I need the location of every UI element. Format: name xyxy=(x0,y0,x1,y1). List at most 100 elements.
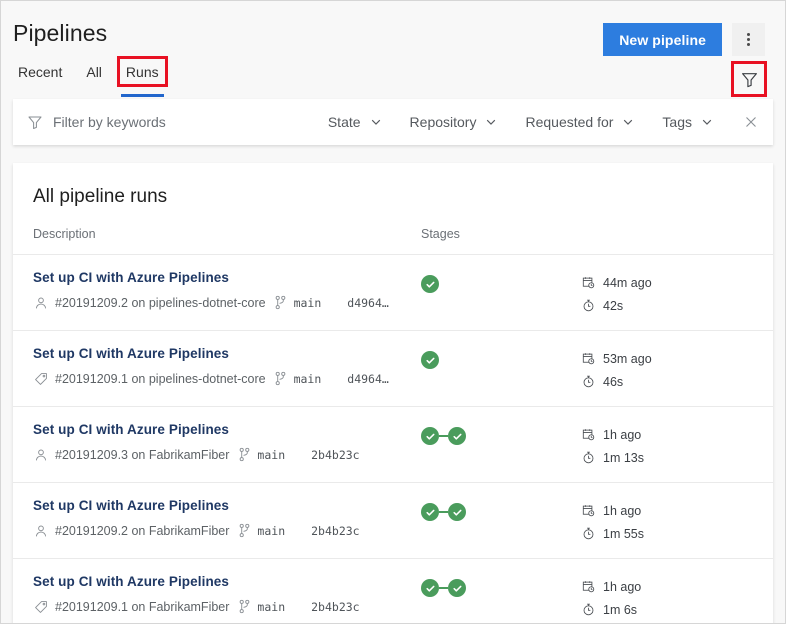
close-icon xyxy=(743,114,759,130)
filter-pill-requested-for[interactable]: Requested for xyxy=(511,108,648,136)
run-meta: #20191209.3 on FabrikamFiber main 2b4b23c xyxy=(33,447,421,462)
run-times-cell: 53m ago 46s xyxy=(581,345,773,393)
ellipsis-dot-icon xyxy=(747,33,750,36)
new-pipeline-button[interactable]: New pipeline xyxy=(603,23,722,56)
commit-hash-label[interactable]: d4964… xyxy=(347,296,389,310)
table-row[interactable]: Set up CI with Azure Pipelines #20191209.… xyxy=(13,330,773,406)
table-row[interactable]: Set up CI with Azure Pipelines #20191209.… xyxy=(13,406,773,482)
table-row[interactable]: Set up CI with Azure Pipelines #20191209.… xyxy=(13,558,773,624)
stopwatch-icon xyxy=(581,299,595,312)
branch-icon xyxy=(236,523,252,538)
stage-connector xyxy=(439,587,448,589)
tab-recent[interactable]: Recent xyxy=(15,62,65,81)
stage-status-succeeded-icon[interactable] xyxy=(421,427,439,445)
filter-toggle-button[interactable] xyxy=(733,63,765,95)
run-stages-cell xyxy=(421,269,581,293)
stage-status-succeeded-icon[interactable] xyxy=(421,351,439,369)
stopwatch-icon xyxy=(581,375,595,388)
run-duration-label: 1m 6s xyxy=(603,603,637,617)
run-name-link[interactable]: Set up CI with Azure Pipelines xyxy=(33,497,421,515)
run-times-cell: 1h ago 1m 13s xyxy=(581,421,773,469)
filter-pill-label: Requested for xyxy=(525,114,613,130)
run-stages-cell xyxy=(421,421,581,445)
run-duration-label: 1m 13s xyxy=(603,451,644,465)
keyword-filter[interactable] xyxy=(27,114,314,130)
run-times-cell: 1h ago1m 55s xyxy=(581,497,773,545)
branch-icon xyxy=(236,599,252,614)
stage-status-succeeded-icon[interactable] xyxy=(448,503,466,521)
calendar-clock-icon xyxy=(581,580,595,593)
run-name-link[interactable]: Set up CI with Azure Pipelines xyxy=(33,573,421,591)
chevron-down-icon xyxy=(485,116,497,128)
ellipsis-dot-icon xyxy=(747,43,750,46)
chevron-down-icon xyxy=(370,116,382,128)
run-meta: #20191209.2 on FabrikamFibermain2b4b23c xyxy=(33,523,421,538)
commit-hash-label[interactable]: 2b4b23c xyxy=(311,600,359,614)
run-time-ago: 53m ago xyxy=(581,347,773,370)
run-id-label: #20191209.1 on FabrikamFiber xyxy=(55,600,229,614)
branch-icon xyxy=(273,371,289,386)
branch-name-label[interactable]: main xyxy=(257,524,285,538)
page-header: Pipelines RecentAllRuns New pipeline xyxy=(1,1,785,99)
run-times-cell: 1h ago 1m 6s xyxy=(581,573,773,621)
clear-filters-button[interactable] xyxy=(733,104,769,140)
run-description-cell: Set up CI with Azure Pipelines #20191209.… xyxy=(33,573,421,614)
run-name-link[interactable]: Set up CI with Azure Pipelines xyxy=(33,421,421,439)
run-time-ago: 1h ago xyxy=(581,499,773,522)
run-name-link[interactable]: Set up CI with Azure Pipelines xyxy=(33,269,421,287)
run-duration: 1m 6s xyxy=(581,598,773,621)
branch-name-label[interactable]: main xyxy=(294,372,322,386)
filter-pill-repository[interactable]: Repository xyxy=(396,108,512,136)
stage-status-succeeded-icon[interactable] xyxy=(448,427,466,445)
run-id-label: #20191209.1 on pipelines-dotnet-core xyxy=(55,372,266,386)
run-duration: 1m 13s xyxy=(581,446,773,469)
stage-connector xyxy=(439,435,448,437)
tag-icon xyxy=(33,600,49,614)
chevron-down-icon xyxy=(622,116,634,128)
run-time-ago: 44m ago xyxy=(581,271,773,294)
filter-pill-tags[interactable]: Tags xyxy=(648,108,727,136)
run-stages-cell xyxy=(421,497,581,521)
branch-icon xyxy=(273,295,289,310)
run-description-cell: Set up CI with Azure Pipelines #20191209.… xyxy=(33,345,421,386)
stopwatch-icon xyxy=(581,603,595,616)
run-id-label: #20191209.3 on FabrikamFiber xyxy=(55,448,229,462)
calendar-clock-icon xyxy=(581,504,595,517)
tag-icon xyxy=(33,372,49,386)
run-stages-cell xyxy=(421,573,581,597)
filter-pill-label: Tags xyxy=(662,114,692,130)
tab-all[interactable]: All xyxy=(83,62,105,81)
run-meta: #20191209.2 on pipelines-dotnet-coremain… xyxy=(33,295,421,310)
run-description-cell: Set up CI with Azure Pipelines #20191209.… xyxy=(33,269,421,310)
run-name-link[interactable]: Set up CI with Azure Pipelines xyxy=(33,345,421,363)
stage-status-succeeded-icon[interactable] xyxy=(421,503,439,521)
filter-pills: StateRepository Requested for Tags xyxy=(314,108,727,136)
tab-strip: Recent All Runs xyxy=(13,62,765,96)
run-time-ago-label: 44m ago xyxy=(603,276,652,290)
search-input[interactable] xyxy=(53,114,313,130)
run-time-ago-label: 1h ago xyxy=(603,580,641,594)
table-row[interactable]: Set up CI with Azure Pipelines#20191209.… xyxy=(13,482,773,558)
run-duration-label: 46s xyxy=(603,375,623,389)
stage-status-succeeded-icon[interactable] xyxy=(448,579,466,597)
tab-runs[interactable]: Runs xyxy=(123,62,162,81)
run-time-ago: 1h ago xyxy=(581,423,773,446)
commit-hash-label[interactable]: 2b4b23c xyxy=(311,448,359,462)
filter-pill-state[interactable]: State xyxy=(314,108,396,136)
branch-name-label[interactable]: main xyxy=(257,600,285,614)
stage-status-succeeded-icon[interactable] xyxy=(421,275,439,293)
funnel-icon xyxy=(741,71,758,88)
run-duration: 1m 55s xyxy=(581,522,773,545)
commit-hash-label[interactable]: 2b4b23c xyxy=(311,524,359,538)
more-actions-button[interactable] xyxy=(732,23,765,56)
table-row[interactable]: Set up CI with Azure Pipelines #20191209.… xyxy=(13,254,773,330)
branch-name-label[interactable]: main xyxy=(257,448,285,462)
header-actions: New pipeline xyxy=(603,23,765,56)
runs-heading: All pipeline runs xyxy=(13,163,773,209)
stopwatch-icon xyxy=(581,451,595,464)
commit-hash-label[interactable]: d4964… xyxy=(347,372,389,386)
stage-status-succeeded-icon[interactable] xyxy=(421,579,439,597)
pipelines-page: Pipelines RecentAllRuns New pipeline xyxy=(0,0,786,624)
branch-name-label[interactable]: main xyxy=(294,296,322,310)
funnel-icon xyxy=(27,114,43,130)
